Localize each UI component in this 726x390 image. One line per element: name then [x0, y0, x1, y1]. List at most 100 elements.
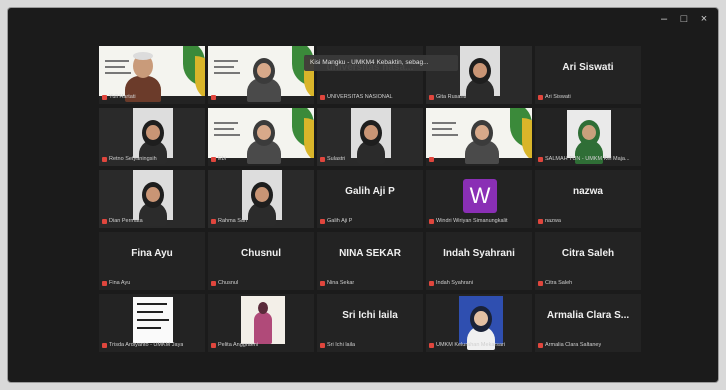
participant-display-name: NINA SEKAR	[339, 248, 401, 259]
participant-tile[interactable]	[426, 108, 532, 166]
mic-muted-icon	[211, 342, 216, 348]
mic-muted-icon	[429, 342, 434, 348]
participant-tile[interactable]: Fina Ayu Fina Ayu	[99, 232, 205, 290]
participant-tile[interactable]: nazwa nazwa	[535, 170, 641, 228]
participant-tile[interactable]: Chusnul Chusnul	[208, 232, 314, 290]
participant-name: Pelita Anggraeni	[218, 342, 259, 348]
participant-name: SALMAH TUN - UMKM Kel Maja...	[545, 156, 630, 162]
participant-tile[interactable]: Ari Siswati Ari Siswati	[535, 46, 641, 104]
participant-name-label: Citra Saleh	[538, 279, 572, 287]
participant-tile[interactable]: Citra Saleh Citra Saleh	[535, 232, 641, 290]
mic-muted-icon	[320, 342, 325, 348]
participant-display-name: Galih Aji P	[345, 186, 395, 197]
mic-muted-icon	[429, 218, 434, 224]
participant-name: Fina Ayu	[109, 280, 131, 286]
mic-muted-icon	[102, 156, 107, 162]
participant-display-name: Indah Syahrani	[443, 248, 515, 259]
participant-name: UMKM Kelurahan Mekarsari	[436, 342, 506, 348]
participant-name-label: Ari Siswati	[538, 93, 571, 101]
participant-display-name: Chusnul	[241, 248, 281, 259]
mic-muted-icon	[538, 280, 543, 286]
meeting-window: – □ × Kisi Mangku - UMKM4 Kebaktin, seba…	[8, 8, 718, 382]
participant-name: Windri Wiriyan Simanungkalit	[436, 218, 508, 224]
participant-name: Citra Saleh	[545, 280, 573, 286]
participant-name: nazwa	[545, 218, 561, 224]
participant-display-name: nazwa	[572, 186, 603, 197]
participant-tile[interactable]: UMKM Kelurahan Mekarsari	[426, 294, 532, 352]
participant-tile[interactable]: NINA SEKAR Nina Sekar	[317, 232, 423, 290]
participant-name-label	[429, 155, 436, 163]
participant-name: Trisda Ardiyanto - UMKM Jaya	[109, 342, 184, 348]
participant-tile[interactable]: Yuli Hartati	[99, 46, 205, 104]
participant-name-label: Sri Ichi laila	[320, 341, 355, 349]
participant-name: Ebi	[218, 156, 226, 162]
minimize-button[interactable]: –	[656, 12, 672, 26]
participant-tile[interactable]: Galih Aji P Galih Aji P	[317, 170, 423, 228]
participant-tile[interactable]: Sulastri	[317, 108, 423, 166]
participant-tile[interactable]: Rahma Sari	[208, 170, 314, 228]
mic-muted-icon	[102, 218, 107, 224]
mic-muted-icon	[102, 342, 107, 348]
participant-name: Chusnul	[218, 280, 239, 286]
participant-tile[interactable]: Ebi	[208, 108, 314, 166]
participant-name-label: Nina Sekar	[320, 279, 354, 287]
mic-muted-icon	[429, 94, 434, 100]
participant-name: Indah Syahrani	[436, 280, 473, 286]
tooltip: Kisi Mangku - UMKM4 Kebaktin, sebag...	[304, 55, 458, 71]
mic-muted-icon	[538, 342, 543, 348]
participant-name: Yuli Hartati	[109, 94, 136, 100]
mic-muted-icon	[320, 218, 325, 224]
participant-avatar: W	[463, 179, 497, 213]
participant-video	[208, 46, 314, 104]
participant-name-label: UMKM Kelurahan Mekarsari	[429, 341, 505, 349]
participant-name-label: Rahma Sari	[211, 217, 247, 225]
mic-muted-icon	[211, 156, 216, 162]
participant-name: Sri Ichi laila	[327, 342, 356, 348]
participant-name-label: Chusnul	[211, 279, 238, 287]
participant-tile[interactable]: Pelita Anggraeni	[208, 294, 314, 352]
participant-tile[interactable]: SALMAH TUN - UMKM Kel Maja...	[535, 108, 641, 166]
mic-muted-icon	[538, 218, 543, 224]
participant-tile[interactable]: Sri Ichi laila Sri Ichi laila	[317, 294, 423, 352]
mic-muted-icon	[320, 94, 325, 100]
participant-name: Nina Sekar	[327, 280, 355, 286]
participant-display-name: Ari Siswati	[562, 62, 614, 73]
participant-name-label: Gita Rusanti	[429, 93, 466, 101]
participant-name-label: Dian Permata	[102, 217, 143, 225]
participant-name-label: Windri Wiriyan Simanungkalit	[429, 217, 508, 225]
mic-muted-icon	[211, 218, 216, 224]
participant-tile[interactable]: Trisda Ardiyanto - UMKM Jaya	[99, 294, 205, 352]
mic-muted-icon	[320, 280, 325, 286]
participant-name-label: UNIVERSITAS NASIONAL	[320, 93, 393, 101]
mic-muted-icon	[538, 94, 543, 100]
participant-name: Galih Aji P	[327, 218, 353, 224]
participant-name-label: Indah Syahrani	[429, 279, 473, 287]
participant-name-label: Sulastri	[320, 155, 345, 163]
participant-tile[interactable]: Dian Permata	[99, 170, 205, 228]
participant-tile[interactable]: Armalia Clara S... Armalia Clara Saltaney	[535, 294, 641, 352]
participant-tile[interactable]: W Windri Wiriyan Simanungkalit	[426, 170, 532, 228]
participant-tile[interactable]: Retno Setyaningsih	[99, 108, 205, 166]
maximize-button[interactable]: □	[676, 12, 692, 26]
participant-video	[426, 108, 532, 166]
mic-muted-icon	[429, 156, 434, 162]
participant-name: Rahma Sari	[218, 218, 248, 224]
mic-muted-icon	[320, 156, 325, 162]
participant-name-label: Retno Setyaningsih	[102, 155, 157, 163]
close-button[interactable]: ×	[696, 12, 712, 26]
mic-muted-icon	[211, 280, 216, 286]
participant-name-label: Fina Ayu	[102, 279, 130, 287]
participant-name: Ari Siswati	[545, 94, 571, 100]
participant-name-label: Pelita Anggraeni	[211, 341, 258, 349]
participant-tile[interactable]: Indah Syahrani Indah Syahrani	[426, 232, 532, 290]
participant-name-label	[211, 93, 218, 101]
participant-tile[interactable]	[208, 46, 314, 104]
participant-name-label: nazwa	[538, 217, 561, 225]
participant-name: Gita Rusanti	[436, 94, 467, 100]
participant-display-name: Citra Saleh	[561, 248, 615, 259]
participant-display-name: Fina Ayu	[131, 248, 173, 259]
participant-name-label: SALMAH TUN - UMKM Kel Maja...	[538, 155, 630, 163]
participant-display-name: Sri Ichi laila	[342, 310, 398, 321]
participant-display-name: Armalia Clara S...	[546, 310, 630, 321]
participant-name: Dian Permata	[109, 218, 143, 224]
